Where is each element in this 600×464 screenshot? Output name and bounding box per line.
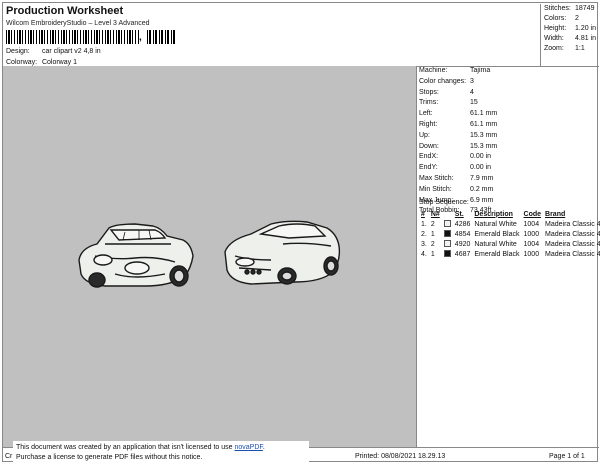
license-notice: This document was created by an applicat… xyxy=(13,441,309,464)
col-header-brand: Brand xyxy=(545,210,566,218)
design-preview xyxy=(3,66,417,447)
col-header-description: Description xyxy=(474,210,513,218)
info-row: Machine: Tajima xyxy=(419,67,491,74)
colorway-label: Colorway: xyxy=(6,59,38,66)
convertible-car-icon xyxy=(78,223,194,288)
summary-stitches: Stitches: 18749 xyxy=(544,5,595,12)
printed-timestamp: Printed: 08/08/2021 18.29.13 xyxy=(355,453,446,460)
color-swatch xyxy=(443,250,451,257)
table-row: 3. 2 4920 Natural White 1004 Madeira Cla… xyxy=(421,240,600,248)
info-row: Right: 61.1 mm xyxy=(419,120,498,128)
barcode xyxy=(6,30,139,44)
design-label: Design: xyxy=(6,48,30,55)
coupe-car-icon xyxy=(224,220,341,285)
colorway-row: Colorway: Colorway 1 xyxy=(6,59,77,66)
design-row: Design: car clipart v2 4,8 in xyxy=(6,48,101,55)
design-summary: Stitches: 18749 Colors: 2 Height: 1.20 in W… xyxy=(540,4,598,66)
info-row: Min Stitch: 0.2 mm xyxy=(419,185,494,193)
colorway-value: Colorway 1 xyxy=(41,59,77,66)
app-subtitle: Wilcom EmbroideryStudio – Level 3 Advanc… xyxy=(6,20,150,27)
footer-left-text: Cr xyxy=(5,453,13,460)
notice-line-2: Purchase a license to generate PDF files… xyxy=(16,454,203,461)
info-row: Color changes: 3 xyxy=(419,77,474,85)
summary-zoom: Zoom: 1:1 xyxy=(544,45,585,52)
table-header-row: # N# St. Description Code Brand xyxy=(419,209,600,219)
worksheet: Production Worksheet Wilcom EmbroiderySt… xyxy=(2,2,600,464)
col-header-stitches: St. xyxy=(454,210,464,218)
machine-info: Machine: Tajima Color changes: 3 Stops: 4 T… xyxy=(419,66,599,217)
info-row: Trims: 15 xyxy=(419,99,478,107)
design-value: car clipart v2 4,8 in xyxy=(41,48,101,55)
stop-sequence-title: Stop Sequence: xyxy=(419,199,469,206)
info-row: Stops: 4 xyxy=(419,88,474,96)
barcode-separator-mark: , xyxy=(139,32,142,43)
color-swatch xyxy=(443,230,451,237)
info-row: EndX: 0.00 in xyxy=(419,153,492,161)
barcode-tail xyxy=(147,30,177,44)
page-title: Production Worksheet xyxy=(6,5,124,17)
table-row: 1. 2 4286 Natural White 1004 Madeira Cla… xyxy=(421,220,600,228)
table-row: 2. 1 4854 Emerald Black 1000 Madeira Cla… xyxy=(421,230,600,238)
color-swatch xyxy=(443,240,451,247)
summary-width: Width: 4.81 in xyxy=(544,35,597,42)
info-row: Up: 15.3 mm xyxy=(419,131,498,139)
header-info: Production Worksheet Wilcom EmbroiderySt… xyxy=(5,4,515,66)
info-row: Down: 15.3 mm xyxy=(419,142,498,150)
col-header-code: Code xyxy=(523,210,542,218)
col-header-index: # xyxy=(421,210,425,218)
info-row: EndY: 0.00 in xyxy=(419,164,492,172)
info-row: Max Stitch: 7.9 mm xyxy=(419,174,494,182)
novapdf-link[interactable]: novaPDF xyxy=(234,444,262,451)
car-embroidery-preview xyxy=(78,220,341,288)
page-number: Page 1 of 1 xyxy=(549,453,585,460)
summary-colors: Colors: 2 xyxy=(544,15,579,22)
col-header-swatch xyxy=(442,209,453,219)
summary-height: Height: 1.20 in xyxy=(544,25,597,32)
stop-sequence-table: # N# St. Description Code Brand 1. 2 428… xyxy=(419,209,600,259)
info-row: Left: 61.1 mm xyxy=(419,110,498,118)
notice-line-1: This document was created by an applicat… xyxy=(16,444,265,451)
color-swatch xyxy=(443,220,451,227)
col-header-needle: N# xyxy=(430,210,440,218)
table-row: 4. 1 4687 Emerald Black 1000 Madeira Cla… xyxy=(421,250,600,258)
